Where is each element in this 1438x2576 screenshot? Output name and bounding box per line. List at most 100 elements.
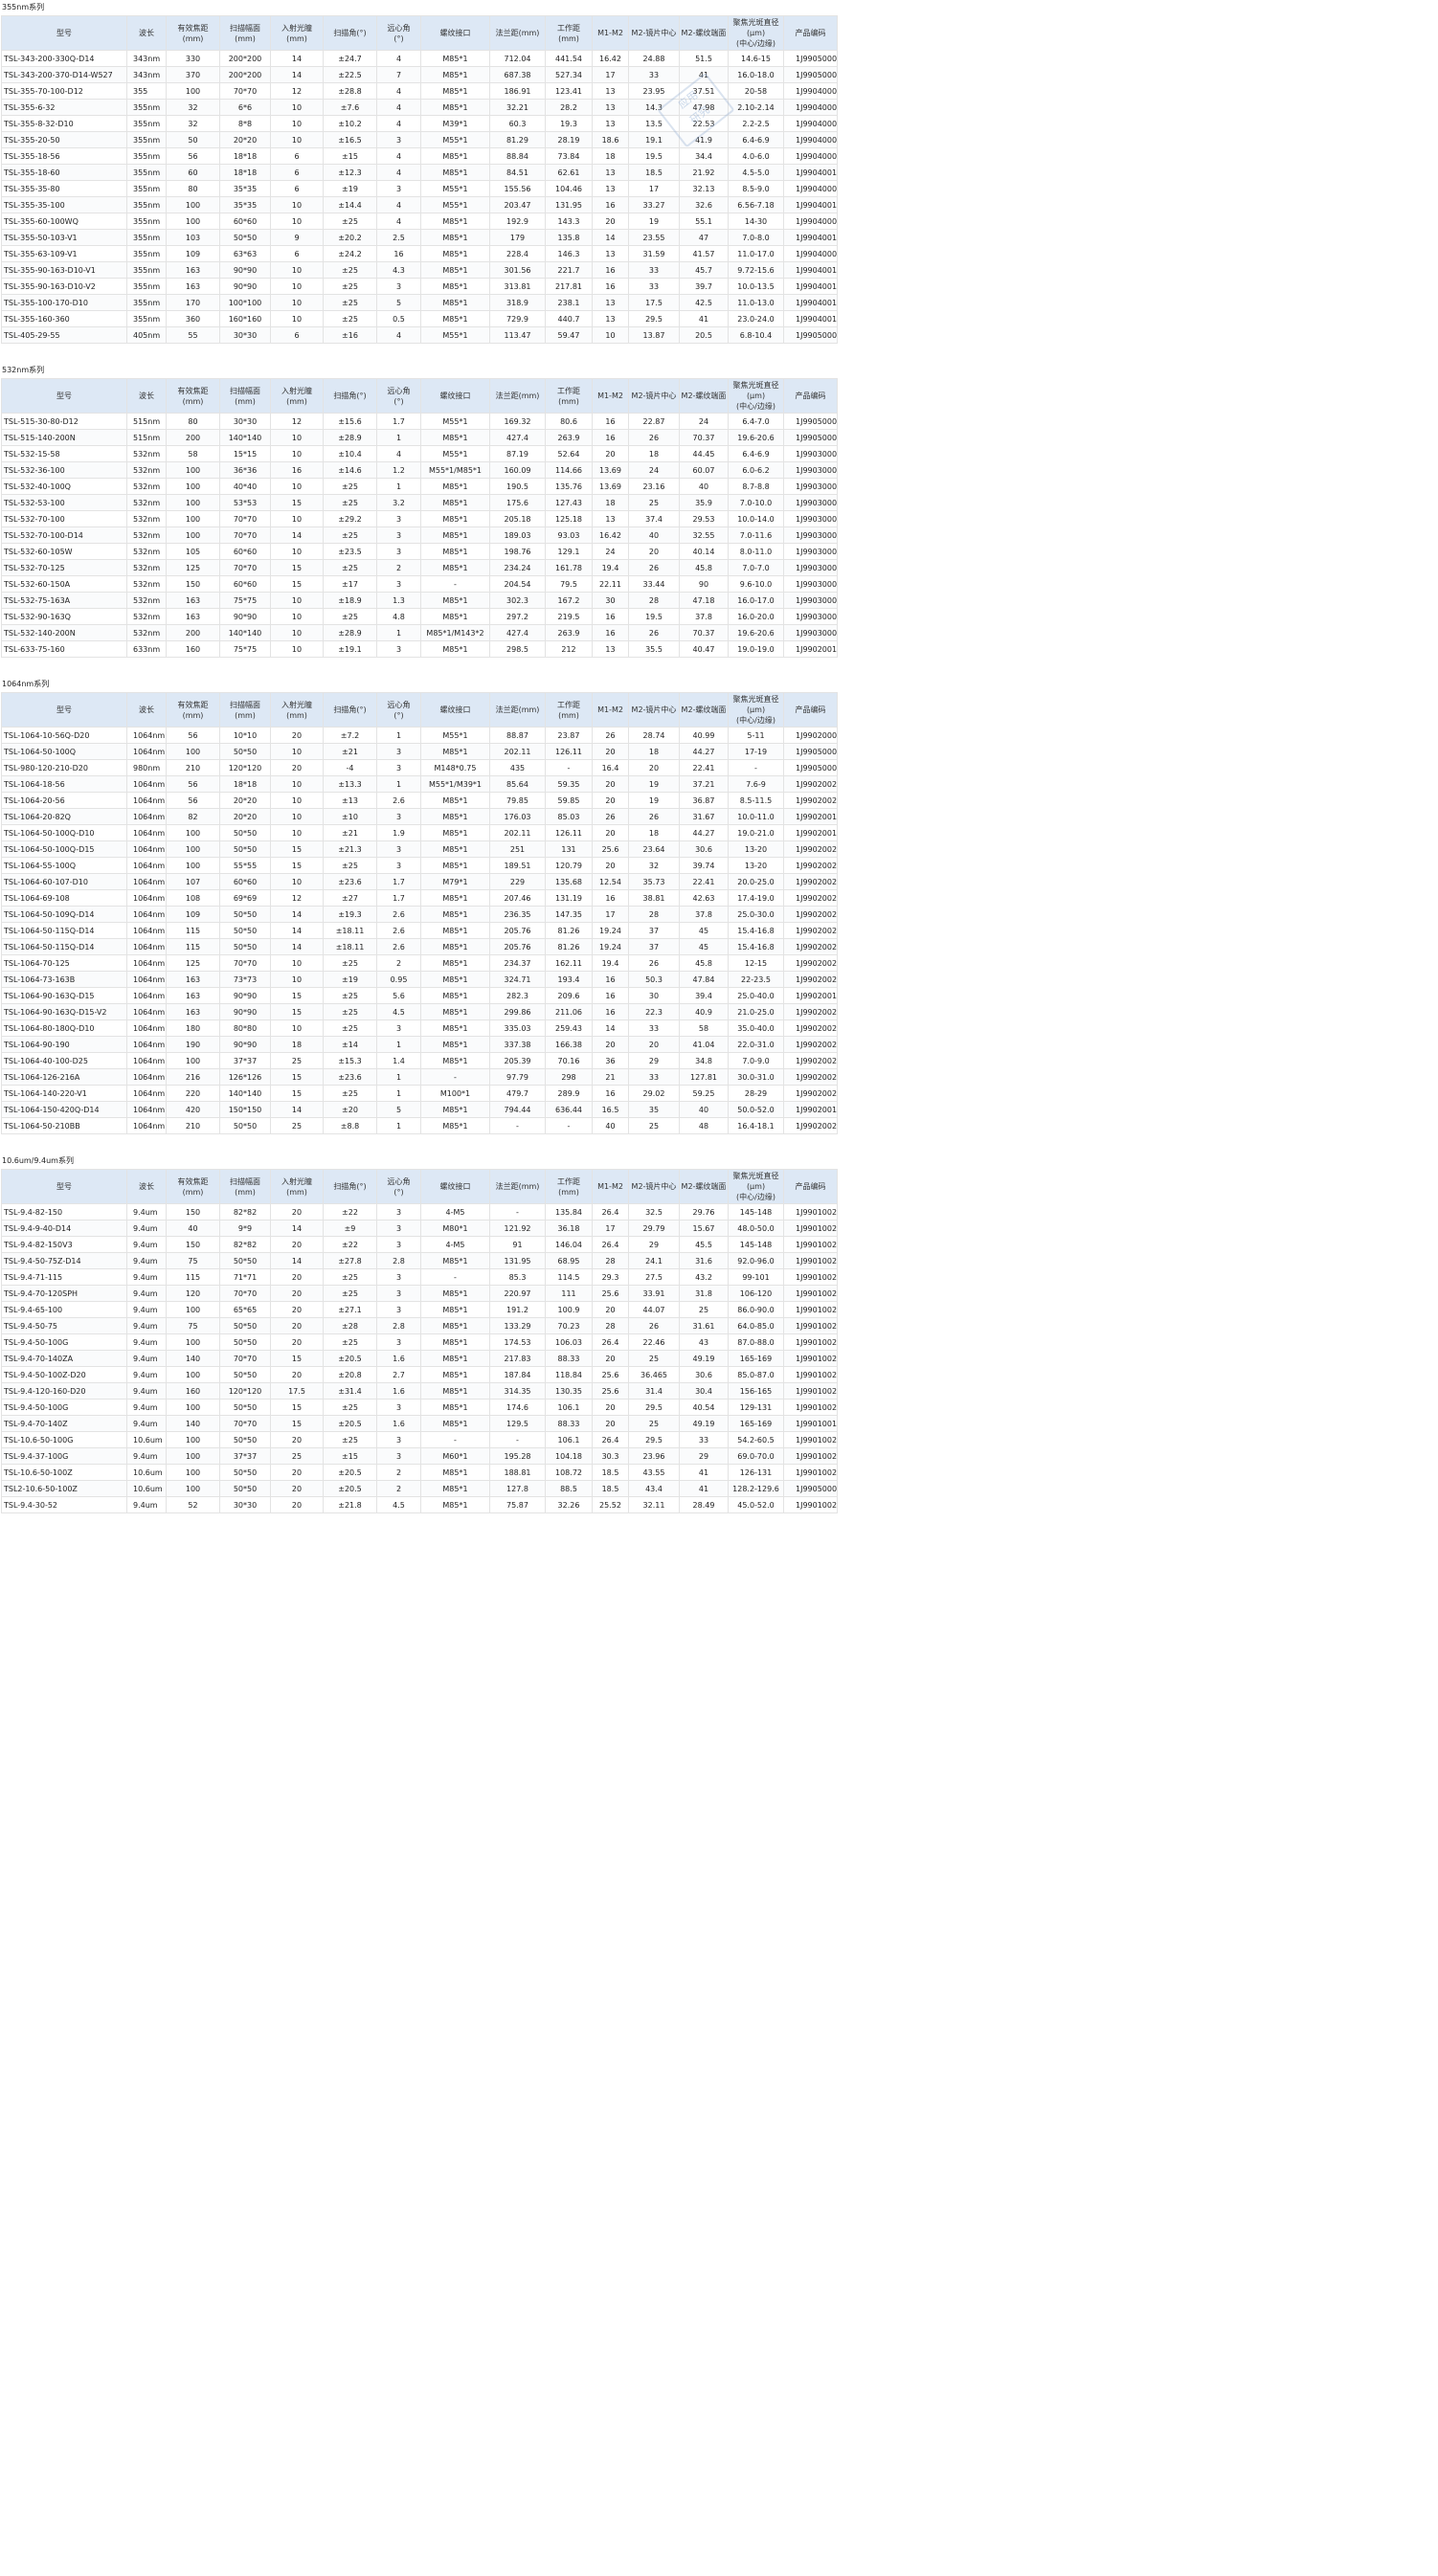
table-row: TSL-405-29-55 405nm 55 30*30 6 ±16 4 M55*1 113.4… — [1, 326, 838, 344]
table-cell: 34.4 — [679, 147, 729, 165]
table-row: TSL-9.4-30-52 9.4um 52 30*30 20 ±21.8 4.5 M85*1… — [1, 1496, 838, 1513]
table-cell: 26 — [592, 727, 629, 744]
column-header: M1-M2 — [592, 378, 629, 414]
table-cell: 104.46 — [545, 180, 593, 197]
table-cell: 145-148 — [728, 1203, 784, 1221]
table-cell: 9.4um — [126, 1366, 167, 1383]
table-cell: 31.59 — [628, 245, 680, 262]
table-cell: 355nm — [126, 294, 167, 311]
table-cell: 10 — [270, 1019, 324, 1037]
table-cell: 532nm — [126, 510, 167, 527]
table-cell: ±22.5 — [323, 66, 377, 83]
table-cell: 18 — [592, 494, 629, 511]
table-cell: TSL-10.6-50-100Z — [1, 1464, 127, 1481]
table-cell: 210 — [166, 1117, 220, 1134]
column-header: 聚焦光斑直径 (μm) (中心/边缘) — [728, 1169, 784, 1204]
table-cell: ±13 — [323, 792, 377, 809]
table-cell: 25.6 — [592, 1366, 629, 1383]
table-cell: 18 — [592, 147, 629, 165]
table-cell: 22.3 — [628, 1003, 680, 1020]
table-cell: 114.66 — [545, 461, 593, 479]
table-cell: 330 — [166, 50, 220, 67]
column-header: 法兰距(mm) — [489, 15, 546, 51]
table-cell: 50*50 — [219, 1431, 271, 1448]
table-cell: 7.0-11.6 — [728, 526, 784, 544]
table-cell: 5 — [376, 1101, 421, 1118]
table-cell: 0.95 — [376, 971, 421, 988]
table-cell: 532nm — [126, 543, 167, 560]
table-cell: 40 — [628, 526, 680, 544]
table-cell: 1J990200290 — [783, 857, 838, 874]
table-cell: 19.6-20.6 — [728, 624, 784, 641]
column-header: 有效焦距 (mm) — [166, 692, 220, 728]
table-cell: 100*100 — [219, 294, 271, 311]
table-cell: 36*36 — [219, 461, 271, 479]
table-cell: ±14 — [323, 1036, 377, 1053]
table-cell: 13 — [592, 245, 629, 262]
table-cell: 1J990300096 — [783, 445, 838, 462]
column-header: 波长 — [126, 378, 167, 414]
table-cell: 114.5 — [545, 1268, 593, 1286]
table-cell: M85*1 — [420, 808, 490, 825]
table-cell: TSL-9.4-50-75 — [1, 1317, 127, 1334]
table-cell: 47.18 — [679, 592, 729, 609]
column-header: 产品编码 — [783, 692, 838, 728]
table-cell: - — [489, 1203, 546, 1221]
table-cell: 50*50 — [219, 1464, 271, 1481]
column-header: 工作距 (mm) — [545, 15, 593, 51]
table-cell: 1064nm — [126, 840, 167, 858]
table-cell: ±21.8 — [323, 1496, 377, 1513]
table-cell: 37.4 — [628, 510, 680, 527]
table-cell: 1J990100241 — [783, 1496, 838, 1513]
table-cell: ±21.3 — [323, 840, 377, 858]
table-cell: 70.37 — [679, 429, 729, 446]
column-header: 螺纹接口 — [420, 15, 490, 51]
table-cell: TSL-1064-18-56 — [1, 775, 127, 793]
table-cell: 1J990300065 — [783, 461, 838, 479]
table-row: TSL-9.4-82-150 9.4um 150 82*82 20 ±22 3 4-M5-13… — [1, 1203, 838, 1221]
table-cell: 1J990100253 — [783, 1268, 838, 1286]
table-cell: 70.16 — [545, 1052, 593, 1069]
table-cell: 13.87 — [628, 326, 680, 344]
table-cell: 15 — [270, 1068, 324, 1086]
table-cell: 106.03 — [545, 1333, 593, 1351]
table-cell: M85*1 — [420, 938, 490, 955]
table-cell: 127.43 — [545, 494, 593, 511]
table-cell: M85*1 — [420, 1117, 490, 1134]
table-cell: 38.81 — [628, 889, 680, 907]
table-cell: 202.11 — [489, 824, 546, 841]
table-cell: M148*0.75 — [420, 759, 490, 776]
column-header: 入射光瞳 (mm) — [270, 15, 324, 51]
table-cell: TSL-1064-150-420Q-D14 — [1, 1101, 127, 1118]
table-cell: ±25 — [323, 1399, 377, 1416]
table-cell: TSL-1064-90-163Q-D15-V2 — [1, 1003, 127, 1020]
table-cell: 16 — [592, 1003, 629, 1020]
table-cell: 85.0-87.0 — [728, 1366, 784, 1383]
table-cell: M85*1 — [420, 526, 490, 544]
table-cell: 156-165 — [728, 1382, 784, 1400]
table-cell: 13 — [592, 510, 629, 527]
table-cell: ±23.6 — [323, 873, 377, 890]
table-cell: 22-23.5 — [728, 971, 784, 988]
table-cell: M85*1 — [420, 278, 490, 295]
table-cell: ±25 — [323, 1019, 377, 1037]
table-cell: 1J990200297 — [783, 906, 838, 923]
table-cell: 355nm — [126, 164, 167, 181]
table-cell: 25.52 — [592, 1496, 629, 1513]
table-cell: 187.84 — [489, 1366, 546, 1383]
table-cell: 50*50 — [219, 229, 271, 246]
table-cell: 1J990200282 — [783, 1068, 838, 1086]
table-cell: 19.4 — [592, 559, 629, 576]
table-row: TSL-343-200-330Q-D14 343nm 330 200*200 14 ±24… — [1, 50, 838, 67]
table-cell: 263.9 — [545, 429, 593, 446]
table-cell: 10 — [270, 543, 324, 560]
table-cell: 32.26 — [545, 1496, 593, 1513]
table-cell: 163 — [166, 261, 220, 279]
table-cell: 355nm — [126, 213, 167, 230]
table-cell: ±23.5 — [323, 543, 377, 560]
table-cell: 36.465 — [628, 1366, 680, 1383]
table-row: TSL-1064-60-107-D10 1064nm 107 60*60 10 ±23.6… — [1, 873, 838, 890]
table-cell: 19.4 — [592, 954, 629, 972]
table-cell: ±7.6 — [323, 99, 377, 116]
table-cell: M85*1 — [420, 1333, 490, 1351]
